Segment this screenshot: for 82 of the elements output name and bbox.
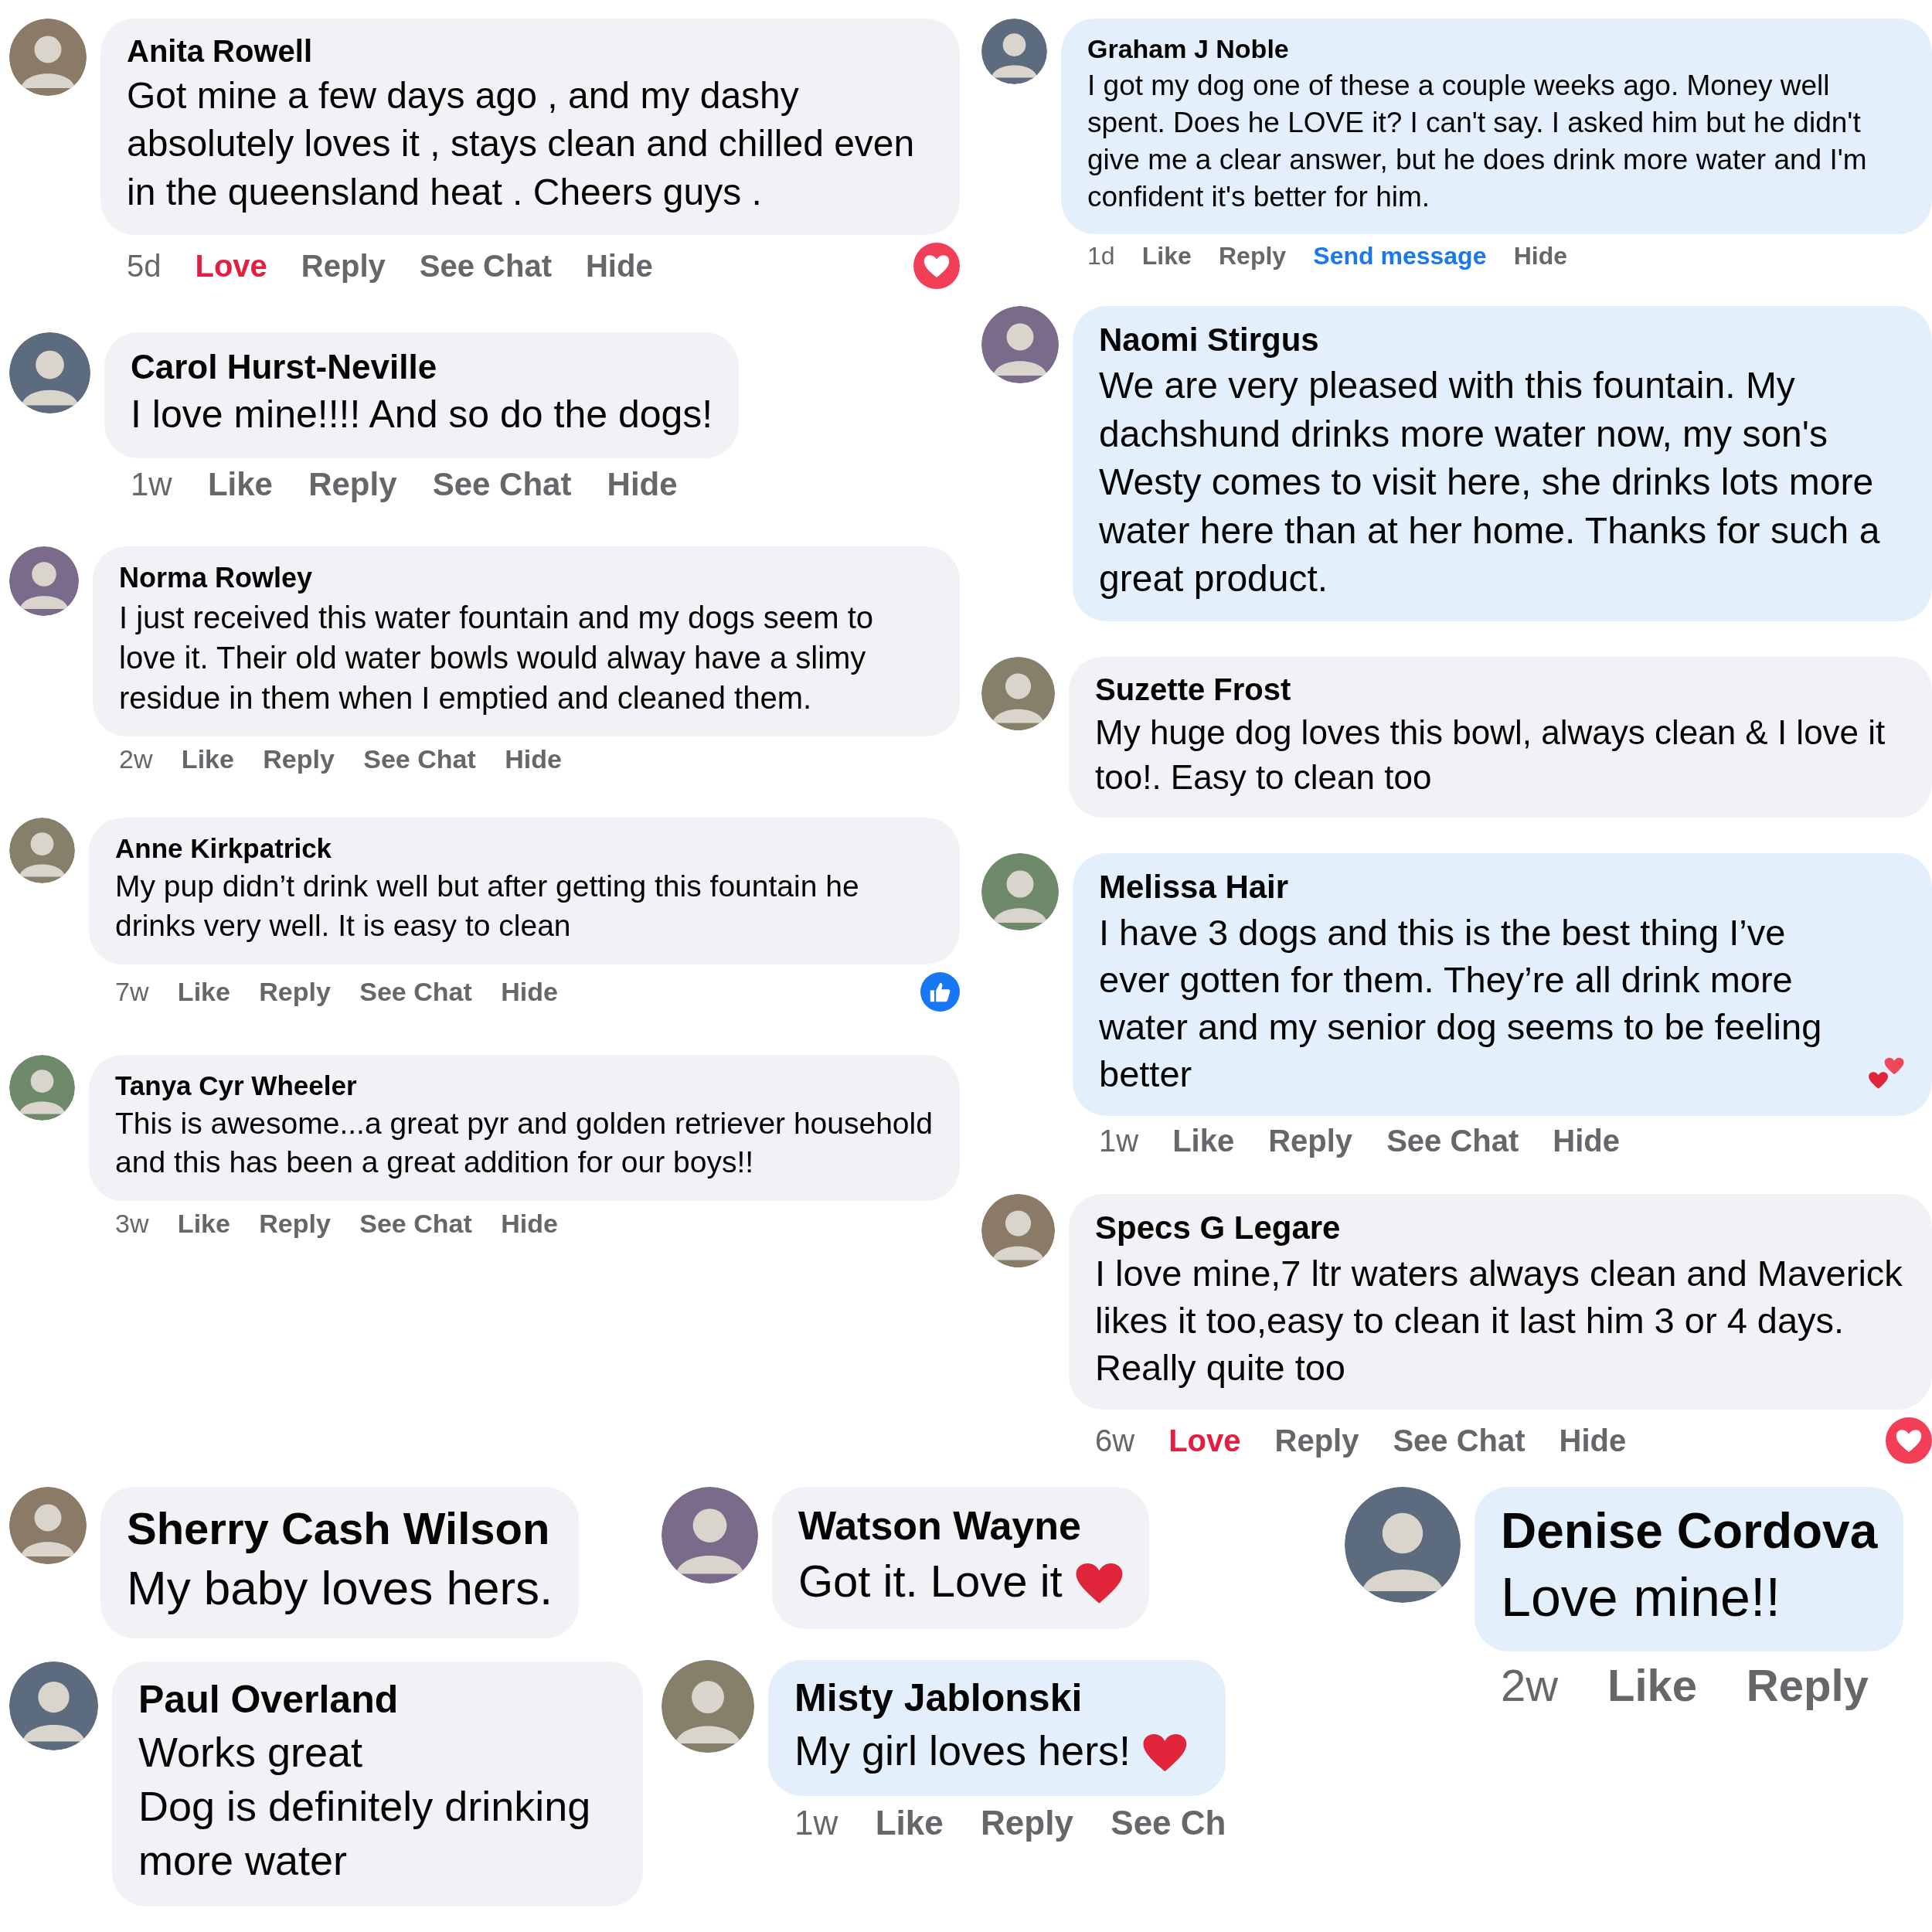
commenter-name[interactable]: Anita Rowell [127,34,934,69]
action-link[interactable]: See Chat [432,466,572,504]
commenter-name[interactable]: Graham J Noble [1087,34,1906,64]
comment-text: I love mine!!!! And so do the dogs! [131,392,713,438]
timestamp: 5d [127,248,162,284]
comment-text: I love mine,7 ltr waters always clean and Maverick likes it too,easy to clean it last him 3 or 4 days. Really quite too [1095,1252,1903,1390]
timestamp: 2w [119,744,153,775]
commenter-name[interactable]: Melissa Hair [1099,868,1906,906]
timestamp: 1w [131,466,172,504]
reaction-button[interactable]: Like [177,976,230,1007]
reaction-button[interactable]: Like [181,744,234,775]
heart-icon [1143,1733,1187,1771]
comment-text: I have 3 dogs and this is the best thing I’ve ever gotten for them. They’re all drink more water and my senior dog seems to be feeling better [1099,910,1823,1096]
comment-text: Got mine a few days ago , and my dashy absolutely loves it , stays clean and chilled even in the queensland heat . Cheers guys . [127,74,916,214]
reaction-button[interactable]: Like [875,1803,944,1842]
comment-text: My huge dog loves this bowl, always clean & I love it too!. Easy to clean too [1095,713,1886,798]
message-link[interactable]: Send message [1313,242,1487,271]
reaction-button[interactable]: Like [1141,242,1192,271]
action-link[interactable]: See Chat [359,976,472,1007]
comment-text: My girl loves hers! [794,1726,1131,1775]
commenter-name[interactable]: Carol Hurst-Neville [131,348,713,387]
action-link[interactable]: Reply [301,248,386,284]
action-link[interactable]: Hide [607,466,678,504]
reaction-button[interactable]: Love [195,248,267,284]
timestamp: 6w [1095,1423,1135,1458]
action-link[interactable]: Hide [585,248,653,284]
comment-text: Got it. Love it [798,1555,1063,1608]
commenter-name[interactable]: Norma Rowley [119,562,934,595]
action-link[interactable]: Hide [505,744,562,775]
comment-text: Love mine!! [1501,1566,1781,1630]
action-link[interactable]: Reply [1219,242,1287,271]
love-reaction-icon [913,243,960,290]
timestamp: 1w [794,1803,838,1842]
timestamp: 3w [115,1208,149,1239]
comment-text: We are very pleased with this fountain. My dachshund drinks more water now, my son's Westy comes to visit here, she drinks lots more water here than at her home. Thanks for such a great product. [1099,364,1881,600]
commenter-name[interactable]: Anne Kirkpatrick [115,833,934,865]
commenter-name[interactable]: Suzette Frost [1095,672,1906,708]
reaction-button[interactable]: Like [1172,1124,1235,1159]
comment-text: I just received this water fountain and my dogs seem to love it. Their old water bowls would alway have a slimy residue in them when I emptied and cleaned them. [119,600,875,717]
commenter-name[interactable]: Watson Wayne [798,1502,1123,1549]
action-link[interactable]: Hide [501,976,558,1007]
action-link[interactable]: Hide [1559,1423,1627,1458]
reaction-button[interactable]: Love [1168,1423,1241,1458]
heart-icon [1076,1563,1123,1604]
action-link[interactable]: See Chat [359,1208,472,1239]
action-link[interactable]: See Chat [1386,1124,1519,1159]
comment-text: I got my dog one of these a couple weeks ago. Money well spent. Does he LOVE it? I can't say. I asked him but he didn't give me a clear answer, but he does drink more water and I'm confident it's better for him. [1087,69,1868,215]
like-reaction-icon [920,971,960,1012]
reaction-button[interactable]: Like [1607,1659,1697,1712]
commenter-name[interactable]: Denise Cordova [1501,1502,1878,1560]
comment-text: This is awesome...a great pyr and golden retriever household and this has been a great addition for our boys!! [115,1105,934,1181]
timestamp: 7w [115,976,149,1007]
comment-text: My baby loves hers. [127,1560,553,1617]
action-link[interactable]: Reply [1274,1423,1359,1458]
reaction-button[interactable]: Like [207,466,273,504]
comment-text: My pup didn’t drink well but after getting this fountain he drinks very well. It is easy to clean [115,869,860,944]
action-link[interactable]: Reply [981,1803,1073,1842]
action-link[interactable]: See Chat [419,248,552,284]
commenter-name[interactable]: Specs G Legare [1095,1209,1906,1247]
action-link[interactable]: Reply [1268,1124,1353,1159]
action-link[interactable]: Hide [1513,242,1567,271]
action-link[interactable]: Hide [1553,1124,1620,1159]
action-link[interactable]: Reply [263,744,335,775]
commenter-name[interactable]: Misty Jablonski [794,1675,1200,1720]
action-link[interactable]: See Chat [363,744,476,775]
commenter-name[interactable]: Sherry Cash Wilson [127,1502,553,1555]
action-link[interactable]: Reply [259,1208,331,1239]
commenter-name[interactable]: Tanya Cyr Wheeler [115,1070,934,1101]
commenter-name[interactable]: Naomi Stirgus [1099,321,1906,359]
love-reaction-icon [1886,1417,1932,1464]
action-link[interactable]: See Ch [1111,1803,1226,1842]
reaction-button[interactable]: Like [177,1208,230,1239]
action-link[interactable]: Reply [1746,1659,1869,1712]
action-link[interactable]: Reply [308,466,397,504]
action-link[interactable]: Reply [259,976,331,1007]
commenter-name[interactable]: Paul Overland [138,1676,617,1722]
action-link[interactable]: See Chat [1393,1423,1526,1458]
timestamp: 1d [1087,242,1115,271]
timestamp: 1w [1099,1124,1139,1159]
timestamp: 2w [1501,1659,1559,1712]
action-link[interactable]: Hide [501,1208,558,1239]
comment-text: Works great Dog is definitely drinking more water [138,1727,592,1886]
